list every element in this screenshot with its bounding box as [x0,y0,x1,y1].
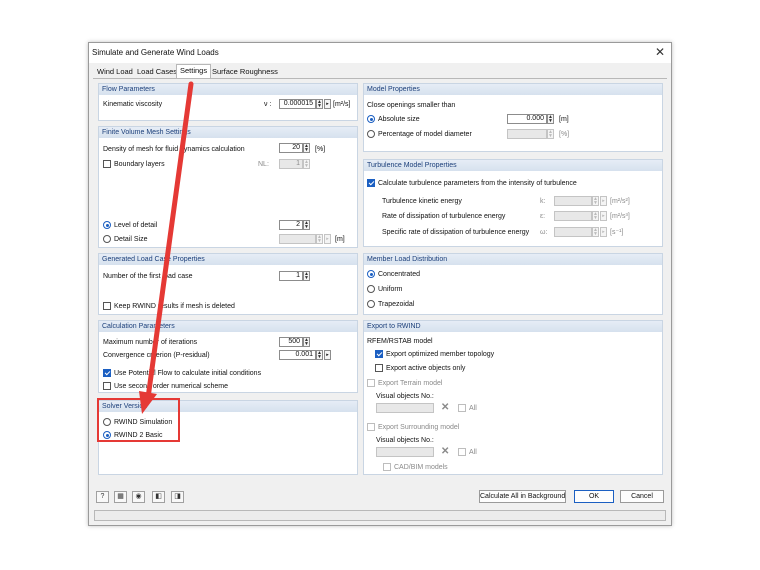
annotation-arrow [139,81,194,414]
arrow-head [139,391,157,414]
arrow-shaft [145,81,194,401]
